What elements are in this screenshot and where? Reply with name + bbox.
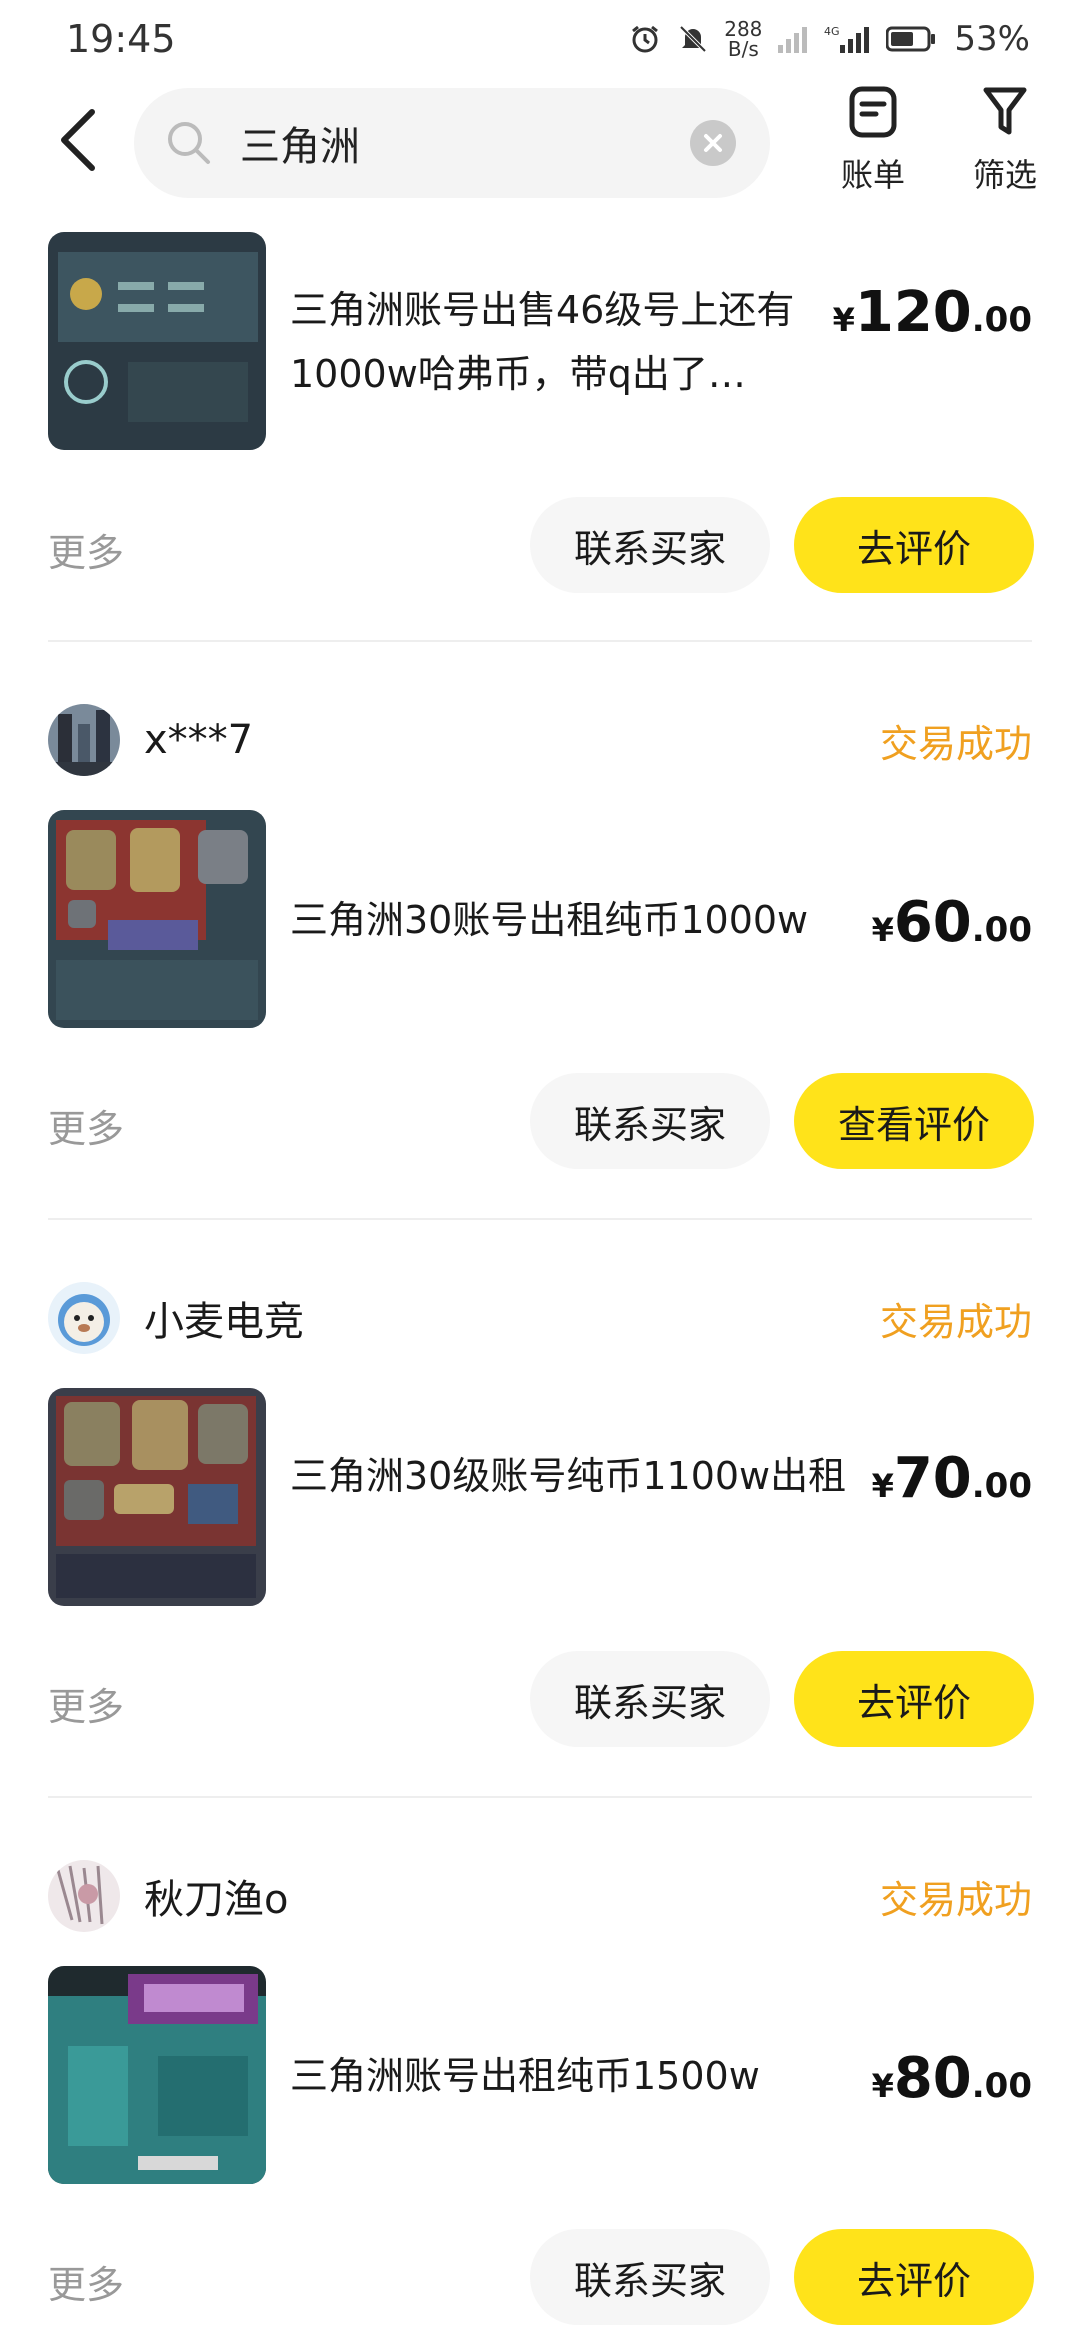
header: 三角洲 账单 筛选	[0, 80, 1080, 200]
status-badge: 交易成功	[879, 1877, 1032, 1922]
more-link[interactable]: 更多	[48, 1676, 124, 1731]
product-price: ¥ 80 .00	[872, 2046, 1032, 2111]
avatar[interactable]	[48, 1282, 120, 1354]
clear-search-button[interactable]	[690, 120, 736, 166]
svg-text:4G: 4G	[824, 25, 840, 38]
battery-percent: 53%	[954, 19, 1030, 59]
product-thumbnail[interactable]	[48, 1966, 266, 2184]
seller-row[interactable]: 小麦电竞 交易成功	[48, 1280, 1032, 1356]
price-decimal: .00	[971, 2066, 1032, 2106]
status-time: 19:45	[66, 17, 176, 61]
product-title[interactable]: 三角洲30级账号纯币1100w出租	[290, 1444, 850, 1508]
bill-label: 账单	[840, 156, 905, 194]
product-price: ¥ 70 .00	[872, 1446, 1032, 1511]
evaluate-button[interactable]: 去评价	[794, 2229, 1034, 2325]
price-integer: 80	[893, 2046, 972, 2111]
divider	[48, 1218, 1032, 1220]
back-arrow-icon	[61, 109, 95, 171]
price-currency: ¥	[871, 1467, 894, 1505]
status-bar: 19:45 288 B/s 4G 53%	[0, 0, 1080, 78]
price-currency: ¥	[871, 2067, 894, 2105]
status-badge: 交易成功	[879, 1299, 1032, 1344]
price-integer: 120	[854, 280, 972, 345]
avatar[interactable]	[48, 704, 120, 776]
contact-buyer-button[interactable]: 联系买家	[530, 2229, 770, 2325]
product-title[interactable]: 三角洲30账号出租纯币1000w	[290, 888, 850, 952]
evaluate-button[interactable]: 去评价	[794, 1651, 1034, 1747]
avatar[interactable]	[48, 1860, 120, 1932]
speed-unit: B/s	[727, 37, 759, 61]
seller-name[interactable]: 秋刀渔o	[144, 1867, 288, 1925]
price-decimal: .00	[971, 300, 1032, 340]
price-decimal: .00	[971, 910, 1032, 950]
alarm-icon	[628, 22, 662, 56]
divider	[48, 1796, 1032, 1798]
speed-value: 288	[724, 17, 763, 41]
contact-buyer-button[interactable]: 联系买家	[530, 1073, 770, 1169]
mute-bell-icon	[676, 22, 710, 56]
search-query: 三角洲	[240, 124, 360, 170]
product-thumbnail[interactable]	[48, 810, 266, 1028]
seller-row[interactable]: 秋刀渔o 交易成功	[48, 1858, 1032, 1934]
status-icons: 288 B/s 4G 53%	[628, 19, 1030, 59]
contact-buyer-button[interactable]: 联系买家	[530, 1651, 770, 1747]
product-thumbnail[interactable]	[48, 1388, 266, 1606]
signal-icon	[776, 22, 810, 56]
network-speed: 288 B/s	[724, 19, 762, 59]
filter-icon	[983, 87, 1027, 135]
price-currency: ¥	[832, 301, 855, 339]
price-decimal: .00	[971, 1466, 1032, 1506]
view-evaluation-button[interactable]: 查看评价	[794, 1073, 1034, 1169]
seller-row[interactable]: x***7 交易成功	[48, 702, 1032, 778]
filter-button[interactable]: 筛选	[960, 86, 1050, 196]
seller-name[interactable]: x***7	[144, 717, 253, 763]
bill-button[interactable]: 账单	[828, 86, 918, 196]
signal-4g-icon: 4G	[824, 22, 872, 56]
product-thumbnail[interactable]	[48, 232, 266, 450]
more-link[interactable]: 更多	[48, 1098, 124, 1153]
bill-icon	[849, 86, 897, 138]
evaluate-button[interactable]: 去评价	[794, 497, 1034, 593]
price-integer: 70	[893, 1446, 972, 1511]
battery-icon	[886, 22, 936, 56]
price-currency: ¥	[871, 911, 894, 949]
product-title[interactable]: 三角洲账号出售46级号上还有1000w哈弗币，带q出了…	[290, 278, 850, 406]
price-integer: 60	[893, 890, 972, 955]
back-button[interactable]	[48, 106, 108, 174]
contact-buyer-button[interactable]: 联系买家	[530, 497, 770, 593]
product-title[interactable]: 三角洲账号出租纯币1500w	[290, 2044, 850, 2108]
status-badge: 交易成功	[879, 721, 1032, 766]
search-icon	[164, 118, 214, 168]
seller-name[interactable]: 小麦电竞	[144, 1289, 304, 1347]
product-price: ¥ 60 .00	[872, 890, 1032, 955]
product-price: ¥ 120 .00	[833, 280, 1032, 345]
more-link[interactable]: 更多	[48, 522, 124, 577]
close-icon	[704, 134, 722, 152]
search-input[interactable]: 三角洲	[134, 88, 770, 198]
filter-label: 筛选	[972, 156, 1037, 194]
more-link[interactable]: 更多	[48, 2254, 124, 2309]
divider	[48, 640, 1032, 642]
